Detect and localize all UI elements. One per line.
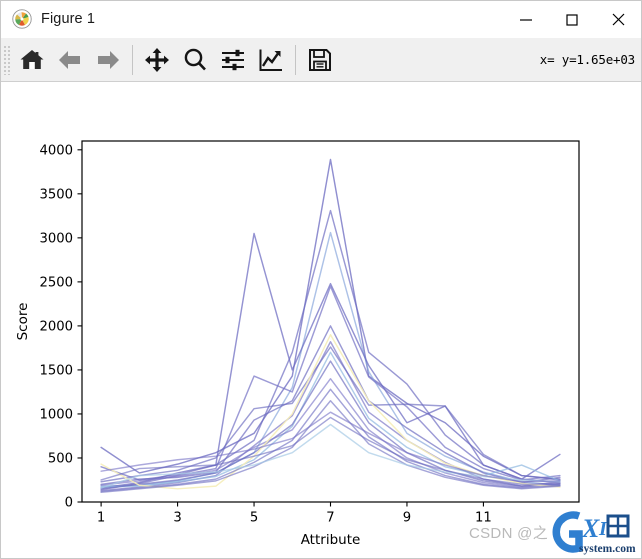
maximize-button[interactable] [549,1,595,38]
y-tick-label: 3500 [39,187,73,202]
minimize-icon [520,18,532,21]
maximize-icon [566,13,578,26]
forward-button[interactable] [89,41,127,79]
figure-canvas[interactable]: 0 500 1000 1500 2000 2500 3000 3500 4000 1 3 5 7 9 11 A… [1,83,641,558]
x-tick-label: 3 [173,511,181,526]
toolbar-separator-1 [132,44,133,75]
navigation-toolbar: x= y=1.65e+03 [1,38,641,82]
edit-axis-curve-icon [259,49,282,71]
close-icon [612,13,624,26]
home-button[interactable] [13,41,51,79]
edit-parameters-button[interactable] [252,41,290,79]
close-button[interactable] [595,1,641,38]
title-bar: Figure 1 [1,1,641,38]
y-tick-label: 0 [65,496,73,511]
x-tick-label: 1 [97,511,105,526]
window-title: Figure 1 [41,11,95,27]
configure-subplots-icon [222,49,244,70]
y-tick-label: 1000 [39,408,73,423]
x-tick-label: 9 [403,511,411,526]
y-tick-label: 1500 [39,364,73,379]
y-tick-label: 500 [48,452,73,467]
x-tick-label: 7 [326,511,334,526]
matplotlib-pinwheel-icon [12,9,32,29]
forward-arrow-icon [98,50,119,69]
x-axis-label: Attribute [301,532,361,548]
back-button[interactable] [51,41,89,79]
figure-window: Figure 1 x= y=1.65e+03 0 500 1000 1500 2… [0,0,642,559]
pan-button[interactable] [138,41,176,79]
save-button[interactable] [301,41,339,79]
toolbar-separator-2 [295,44,296,75]
save-floppy-icon [309,48,331,71]
window-controls [503,1,641,38]
y-tick-label: 4000 [39,143,73,158]
x-tick-label: 5 [250,511,258,526]
y-tick-label: 2000 [39,320,73,335]
y-tick-label: 2500 [39,275,73,290]
configure-subplots-button[interactable] [214,41,252,79]
back-arrow-icon [59,50,80,69]
minimize-button[interactable] [503,1,549,38]
toolbar-drag-grip[interactable] [3,44,12,75]
coordinate-readout: x= y=1.65e+03 [539,52,635,67]
zoom-button[interactable] [176,41,214,79]
parallel-coordinates-plot: 0 500 1000 1500 2000 2500 3000 3500 4000 1 3 5 7 9 11 A… [1,83,641,558]
home-icon [20,49,44,69]
y-axis-label: Score [15,303,31,341]
y-tick-label: 3000 [39,231,73,246]
pan-move-icon [145,47,169,72]
zoom-magnifier-icon [184,48,206,70]
x-tick-label: 11 [475,511,492,526]
